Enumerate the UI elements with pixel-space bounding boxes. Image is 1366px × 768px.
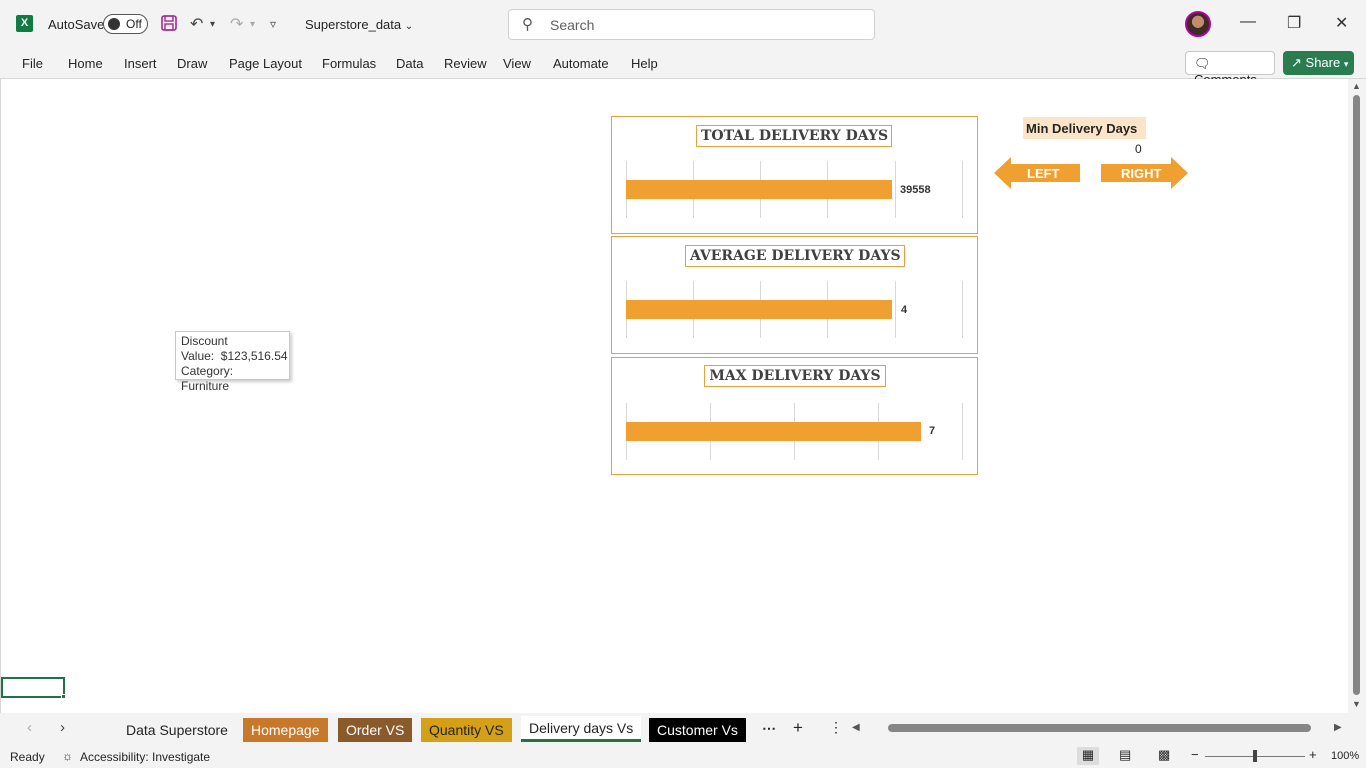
status-bar: Ready ☼ Accessibility: Investigate ▦ ▤ ▩… [0, 745, 1366, 768]
scroll-left-icon[interactable]: ◀ [852, 722, 860, 733]
save-icon[interactable] [160, 14, 178, 37]
search-placeholder: Search [550, 17, 595, 33]
zoom-out-icon[interactable]: − [1191, 747, 1199, 762]
menu-draw[interactable]: Draw [177, 56, 207, 71]
gridline [895, 161, 896, 218]
chart-title: AVERAGE DELIVERY DAYS [685, 245, 905, 267]
add-sheet-icon[interactable]: + [793, 718, 803, 738]
menu-formulas[interactable]: Formulas [322, 56, 376, 71]
excel-icon: X [16, 15, 33, 32]
tooltip-series: Discount [181, 334, 228, 348]
share-button[interactable]: ↗ Share ▾ [1283, 51, 1354, 75]
avatar[interactable] [1185, 11, 1211, 37]
sheet-tab-customer-vs[interactable]: Customer Vs [649, 718, 746, 742]
menu-help[interactable]: Help [631, 56, 658, 71]
vertical-scroll-thumb[interactable] [1353, 95, 1360, 695]
right-arrow-label: RIGHT [1121, 166, 1162, 181]
chart-bar[interactable] [626, 422, 921, 441]
chart-title: MAX DELIVERY DAYS [704, 365, 886, 387]
toggle-knob [108, 18, 120, 30]
menu-review[interactable]: Review [444, 56, 487, 71]
autosave-toggle[interactable]: Off [103, 14, 148, 34]
gridline [962, 161, 963, 218]
gridline [962, 403, 963, 460]
scroll-right-icon[interactable]: ▶ [1334, 722, 1342, 733]
comments-button[interactable]: 🗨 Comments [1185, 51, 1275, 87]
redo-dropdown-icon[interactable]: ▾ [250, 19, 255, 30]
menu-view[interactable]: View [503, 56, 531, 71]
left-arrow-label: LEFT [1027, 166, 1060, 181]
status-ready: Ready [10, 750, 45, 764]
scroll-up-icon[interactable]: ▲ [1352, 81, 1361, 91]
selected-cell[interactable] [1, 677, 65, 698]
undo-dropdown-icon[interactable]: ▾ [210, 19, 215, 30]
chart-tooltip: Discount Value: $123,516.54 Category: Fu… [175, 331, 290, 393]
sheet-tab-delivery-days-vs[interactable]: Delivery days Vs [521, 716, 642, 742]
gridline [962, 281, 963, 338]
filename: Superstore_data [305, 17, 402, 32]
title-bar: X AutoSave Off ↶ ▾ ↷ ▾ ▿ Superstore_data… [0, 0, 1366, 48]
menu-file[interactable]: File [22, 56, 43, 71]
restore-icon[interactable]: ❐ [1287, 13, 1301, 33]
page-break-view-icon[interactable]: ▩ [1158, 747, 1170, 763]
chart-bar[interactable] [626, 180, 892, 199]
max-delivery-days-chart[interactable]: MAX DELIVERY DAYS 7 [611, 357, 978, 475]
tooltip-category: Category: Furniture [181, 364, 234, 393]
right-arrow-button[interactable]: RIGHT [1101, 157, 1188, 189]
sheet-tab-order-vs[interactable]: Order VS [338, 718, 413, 742]
undo-icon[interactable]: ↶ [190, 14, 203, 34]
zoom-level[interactable]: 100% [1331, 750, 1359, 762]
sheet-tab-homepage[interactable]: Homepage [243, 718, 328, 742]
filename-button[interactable]: Superstore_data ⌄ [305, 17, 413, 32]
search-box[interactable]: ⚲ Search [508, 9, 875, 40]
page-layout-view-icon[interactable]: ▤ [1119, 747, 1131, 763]
accessibility-status[interactable]: Accessibility: Investigate [80, 750, 210, 764]
sheet-tab-data-superstore[interactable]: Data Superstore [118, 718, 236, 742]
share-label: Share [1305, 55, 1341, 70]
chart-bar[interactable] [626, 300, 892, 319]
min-delivery-days-value: 0 [1135, 142, 1142, 156]
redo-icon[interactable]: ↷ [230, 14, 243, 34]
accessibility-icon: ☼ [62, 749, 73, 763]
horizontal-scroll-thumb[interactable] [888, 724, 1311, 732]
menu-automate[interactable]: Automate [553, 56, 609, 71]
menu-data[interactable]: Data [396, 56, 423, 71]
menu-page-layout[interactable]: Page Layout [229, 56, 302, 71]
zoom-in-icon[interactable]: + [1309, 747, 1317, 762]
sheet-tab-quantity-vs[interactable]: Quantity VS [421, 718, 512, 742]
search-icon: ⚲ [522, 16, 533, 33]
previous-sheet-icon[interactable]: ‹ [27, 719, 32, 736]
gridline [895, 281, 896, 338]
chart-title: TOTAL DELIVERY DAYS [696, 125, 892, 147]
comment-icon: 🗨 [1194, 56, 1211, 71]
menu-insert[interactable]: Insert [124, 56, 157, 71]
customize-toolbar-icon[interactable]: ▿ [270, 17, 276, 31]
normal-view-icon[interactable]: ▦ [1077, 747, 1099, 765]
more-sheets-icon[interactable]: ⋯ [762, 720, 776, 737]
total-delivery-days-chart[interactable]: TOTAL DELIVERY DAYS 39558 [611, 116, 978, 234]
tooltip-value: Value: $123,516.54 [181, 349, 288, 363]
zoom-slider-thumb[interactable] [1253, 750, 1257, 762]
fill-handle[interactable] [61, 694, 66, 699]
minimize-icon[interactable]: — [1240, 13, 1256, 31]
average-delivery-days-chart[interactable]: AVERAGE DELIVERY DAYS 4 [611, 236, 978, 354]
share-icon: ↗ [1291, 55, 1302, 70]
scroll-down-icon[interactable]: ▼ [1352, 699, 1361, 709]
min-delivery-days-label: Min Delivery Days [1023, 117, 1146, 139]
close-icon[interactable]: ✕ [1335, 13, 1348, 33]
data-label: 39558 [900, 184, 931, 196]
autosave-label: AutoSave [48, 17, 105, 32]
menu-home[interactable]: Home [68, 56, 103, 71]
options-icon[interactable]: ⋮ [829, 719, 843, 736]
autosave-state: Off [126, 17, 142, 31]
left-arrow-button[interactable]: LEFT [994, 157, 1080, 189]
chevron-down-icon: ▾ [1343, 59, 1349, 69]
vertical-scrollbar[interactable]: ▲ ▼ [1348, 79, 1366, 713]
next-sheet-icon[interactable]: › [60, 719, 65, 736]
chevron-down-icon: ⌄ [404, 21, 414, 32]
data-label: 7 [929, 425, 936, 437]
data-label: 4 [901, 304, 908, 316]
